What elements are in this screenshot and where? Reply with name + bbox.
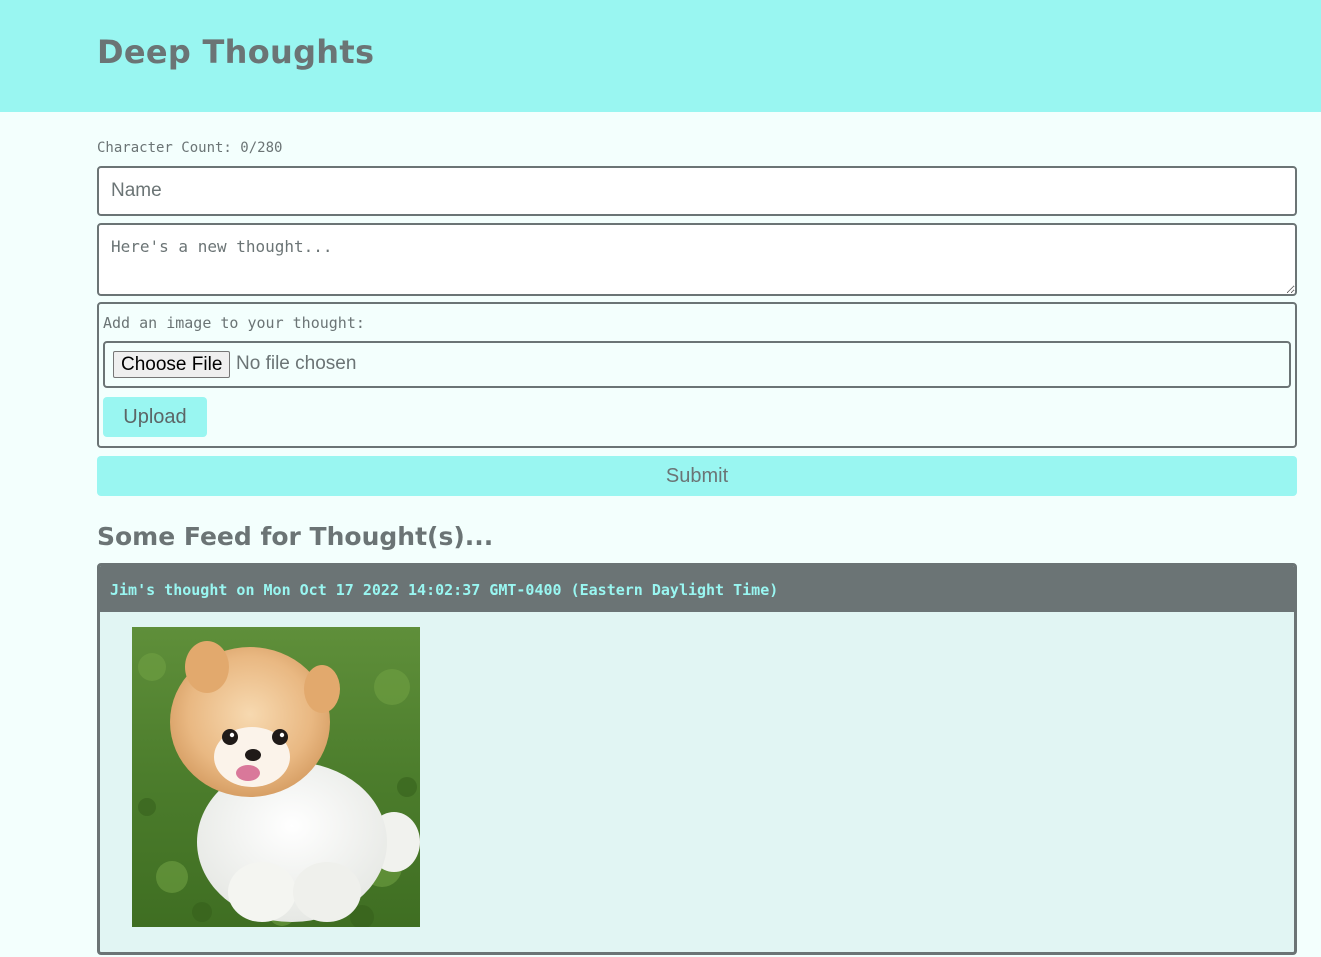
image-upload-label: Add an image to your thought: <box>103 314 365 332</box>
image-upload-section: Add an image to your thought: Choose Fil… <box>97 302 1297 448</box>
feed-title: Some Feed for Thought(s)... <box>97 522 494 551</box>
thought-meta[interactable]: Jim's thought on Mon Oct 17 2022 14:02:3… <box>110 581 778 599</box>
choose-file-button[interactable]: Choose File <box>113 351 231 378</box>
pomeranian-dog-image <box>132 627 420 927</box>
name-input[interactable] <box>97 166 1297 216</box>
upload-button[interactable]: Upload <box>103 397 207 437</box>
file-status: No file chosen <box>236 353 357 374</box>
site-header: Deep Thoughts <box>0 0 1321 112</box>
thought-image <box>132 627 420 927</box>
file-input[interactable]: Choose File No file chosen <box>103 341 1291 388</box>
thought-card: Jim's thought on Mon Oct 17 2022 14:02:3… <box>97 563 1297 955</box>
site-title[interactable]: Deep Thoughts <box>97 33 374 71</box>
thought-card-header: Jim's thought on Mon Oct 17 2022 14:02:3… <box>100 566 1294 612</box>
character-count: Character Count: 0/280 <box>97 140 283 156</box>
submit-button[interactable]: Submit <box>97 456 1297 496</box>
thought-textarea[interactable] <box>97 223 1297 296</box>
